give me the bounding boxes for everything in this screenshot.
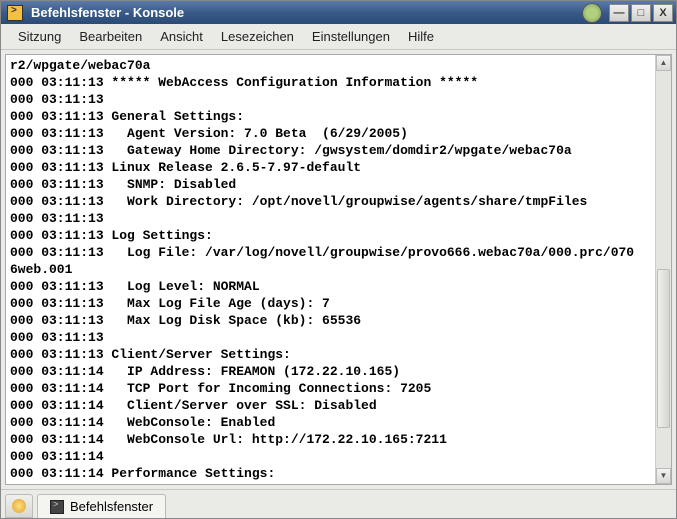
window-controls: — □ X [608,4,674,22]
minimize-button[interactable]: — [609,4,629,22]
menu-einstellungen[interactable]: Einstellungen [303,25,399,48]
new-tab-icon [12,499,26,513]
window-title: Befehlsfenster - Konsole [27,5,576,20]
konsole-window: Befehlsfenster - Konsole — □ X Sitzung B… [0,0,677,519]
scroll-track[interactable] [656,71,671,468]
menu-lesezeichen[interactable]: Lesezeichen [212,25,303,48]
scroll-up-button[interactable]: ▲ [656,55,671,71]
maximize-button[interactable]: □ [631,4,651,22]
tabbar: Befehlsfenster [1,489,676,518]
terminal-output[interactable]: r2/wpgate/webac70a 000 03:11:13 ***** We… [6,55,655,484]
menu-ansicht[interactable]: Ansicht [151,25,212,48]
menubar: Sitzung Bearbeiten Ansicht Lesezeichen E… [1,24,676,49]
new-tab-button[interactable] [5,494,33,518]
menu-sitzung[interactable]: Sitzung [9,25,70,48]
close-button[interactable]: X [653,4,673,22]
menu-hilfe[interactable]: Hilfe [399,25,443,48]
suse-logo-icon [582,3,602,23]
tab-befehlsfenster[interactable]: Befehlsfenster [37,494,166,518]
menu-bearbeiten[interactable]: Bearbeiten [70,25,151,48]
scroll-thumb[interactable] [657,269,670,428]
terminal-container: r2/wpgate/webac70a 000 03:11:13 ***** We… [5,54,672,485]
titlebar[interactable]: Befehlsfenster - Konsole — □ X [1,1,676,24]
app-icon [7,5,23,21]
terminal-icon [50,500,64,514]
vertical-scrollbar: ▲ ▼ [655,55,671,484]
tab-label: Befehlsfenster [70,499,153,514]
scroll-down-button[interactable]: ▼ [656,468,671,484]
